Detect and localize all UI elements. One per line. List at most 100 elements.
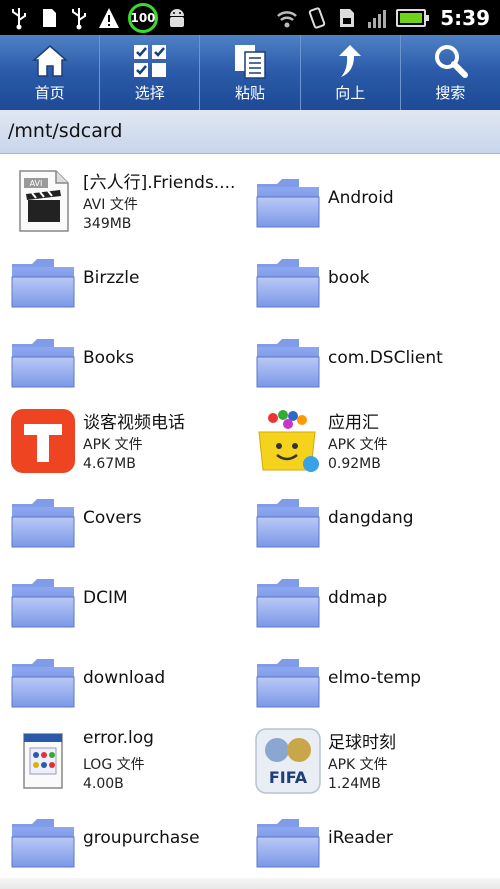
home-button[interactable]: 首页	[0, 35, 101, 110]
usb-debug-icon	[72, 8, 86, 30]
file-item[interactable]: download	[0, 640, 245, 720]
folder-icon	[10, 248, 76, 314]
file-name: groupurchase	[83, 828, 200, 848]
paste-label: 粘贴	[235, 84, 266, 102]
folder-icon	[255, 328, 321, 394]
file-name: [六人行].Friends....	[83, 173, 236, 193]
up-button[interactable]: 向上	[301, 35, 401, 110]
folder-icon	[10, 328, 76, 394]
up-label: 向上	[335, 84, 366, 102]
tango-app-icon	[10, 408, 76, 474]
file-size: 0.92MB	[328, 456, 381, 472]
file-item[interactable]: error.log LOG 文件 4.00B	[0, 720, 245, 800]
file-size: 1.24MB	[328, 776, 381, 792]
file-type: LOG 文件	[83, 757, 145, 773]
file-name: iReader	[328, 828, 393, 848]
status-right: 5:39	[276, 4, 490, 32]
fifa-app-icon: FIFA	[255, 728, 321, 794]
clock: 5:39	[440, 6, 490, 30]
folder-icon	[255, 568, 321, 634]
folder-icon	[10, 568, 76, 634]
search-icon	[435, 45, 469, 78]
search-label: 搜索	[435, 84, 466, 102]
status-left: 100	[8, 3, 188, 33]
file-name: error.log	[83, 728, 154, 748]
folder-icon	[10, 648, 76, 714]
file-item[interactable]: 应用汇 APK 文件 0.92MB	[245, 400, 490, 480]
file-item[interactable]: groupurchase	[0, 800, 245, 880]
file-type: APK 文件	[328, 757, 388, 773]
current-path: /mnt/sdcard	[8, 120, 123, 142]
svg-text:FIFA: FIFA	[269, 768, 308, 787]
avi-file-icon: AVI	[10, 168, 76, 234]
grid-bottom-edge	[0, 878, 500, 889]
file-item[interactable]: ddmap	[245, 560, 490, 640]
file-name: Android	[328, 188, 394, 208]
file-name: dangdang	[328, 508, 414, 528]
file-item[interactable]: FIFA 足球时刻 APK 文件 1.24MB	[245, 720, 490, 800]
file-item[interactable]: book	[245, 240, 490, 320]
file-size: 349MB	[83, 216, 132, 232]
file-size: 4.67MB	[83, 456, 136, 472]
sd-card-icon	[43, 9, 56, 27]
file-type: AVI 文件	[83, 197, 138, 213]
file-type: APK 文件	[83, 437, 143, 453]
battery-fill	[400, 13, 423, 23]
file-type: APK 文件	[328, 437, 388, 453]
file-item[interactable]: Birzzle	[0, 240, 245, 320]
file-name: Birzzle	[83, 268, 140, 288]
file-item[interactable]: iReader	[245, 800, 490, 880]
search-button[interactable]: 搜索	[401, 35, 500, 110]
file-name: book	[328, 268, 370, 288]
file-name: DCIM	[83, 588, 128, 608]
file-name: 谈客视频电话	[83, 413, 185, 433]
file-name: 足球时刻	[328, 733, 396, 753]
file-name: Books	[83, 348, 135, 368]
paste-button[interactable]: 粘贴	[200, 35, 301, 110]
file-item[interactable]: 谈客视频电话 APK 文件 4.67MB	[0, 400, 245, 480]
folder-icon	[255, 808, 321, 874]
file-item[interactable]: elmo-temp	[245, 640, 490, 720]
toolbar: 首页 选择 粘贴 向上 搜索	[0, 35, 500, 110]
up-arrow-icon	[339, 45, 362, 77]
home-icon	[31, 45, 68, 77]
folder-icon	[10, 808, 76, 874]
android-icon	[170, 9, 184, 27]
paste-icon	[235, 45, 266, 79]
file-size: 4.00B	[83, 776, 124, 792]
battery-icon	[396, 9, 430, 27]
file-item[interactable]: Covers	[0, 480, 245, 560]
folder-icon	[10, 488, 76, 554]
path-bar[interactable]: /mnt/sdcard	[0, 110, 500, 154]
status-bar: 100 5:39	[0, 0, 500, 35]
battery-percent-badge: 100	[128, 3, 158, 33]
folder-icon	[255, 648, 321, 714]
file-name: 应用汇	[328, 413, 379, 433]
folder-icon	[255, 488, 321, 554]
file-item[interactable]: Books	[0, 320, 245, 400]
file-name: ddmap	[328, 588, 388, 608]
sim-icon	[340, 9, 355, 27]
file-item[interactable]: com.DSClient	[245, 320, 490, 400]
file-name: Covers	[83, 508, 142, 528]
home-label: 首页	[34, 84, 65, 102]
select-checklist-icon	[133, 45, 166, 77]
file-name: download	[83, 668, 166, 688]
folder-icon	[255, 168, 321, 234]
file-name: elmo-temp	[328, 668, 422, 688]
usb-icon	[12, 8, 26, 30]
file-item[interactable]: AVI [六人行].Friends.... AVI 文件 349MB	[0, 160, 245, 240]
vibrate-icon	[309, 7, 326, 29]
select-label: 选择	[134, 84, 165, 102]
warning-icon	[99, 8, 119, 28]
select-button[interactable]: 选择	[100, 35, 201, 110]
file-item[interactable]: DCIM	[0, 560, 245, 640]
file-item[interactable]: Android	[245, 160, 490, 240]
signal-icon	[368, 10, 387, 28]
folder-icon	[255, 248, 321, 314]
log-file-icon	[10, 728, 76, 794]
file-name: com.DSClient	[328, 348, 443, 368]
file-item[interactable]: dangdang	[245, 480, 490, 560]
svg-text:AVI: AVI	[30, 179, 43, 188]
wifi-icon	[277, 11, 298, 28]
